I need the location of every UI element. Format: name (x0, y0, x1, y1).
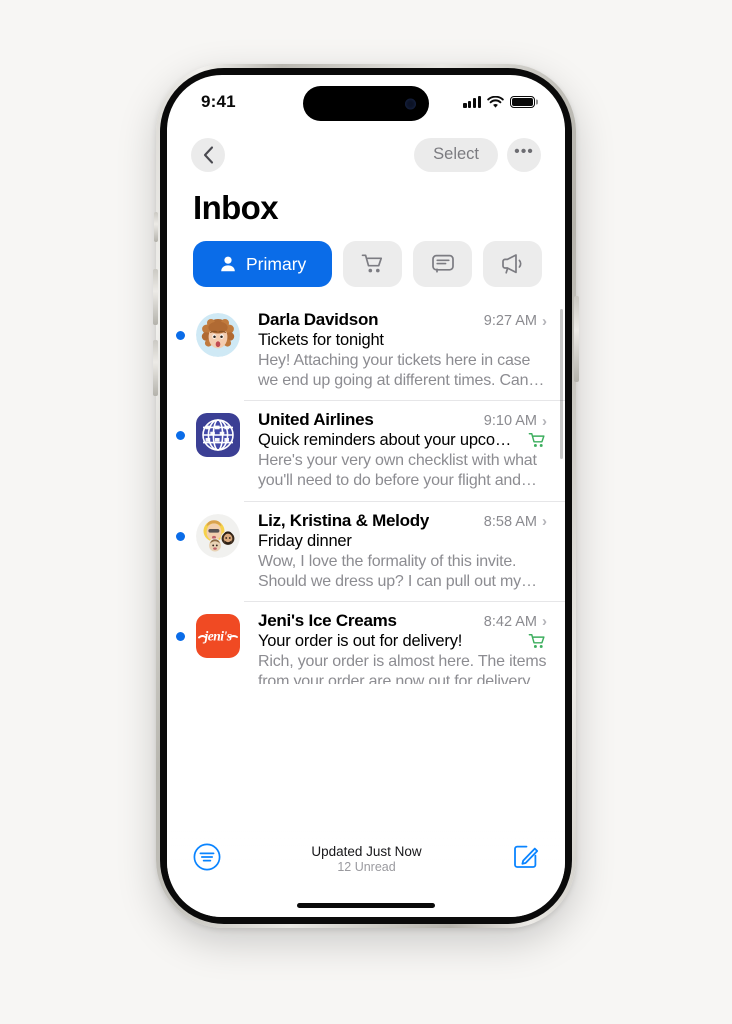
mail-row-body: Darla Davidson 9:27 AM › Tickets for ton… (244, 310, 549, 391)
ellipsis-icon: ••• (514, 143, 534, 160)
volume-down-button[interactable] (153, 340, 158, 396)
back-button[interactable] (191, 137, 225, 172)
unread-indicator-dot (176, 331, 185, 340)
cellular-bars-icon (463, 96, 481, 108)
volume-up-button[interactable] (153, 269, 158, 325)
mail-preview: Hey! Attaching your tickets here in case… (258, 352, 536, 390)
mail-list[interactable]: Darla Davidson 9:27 AM › Tickets for ton… (167, 301, 565, 684)
mail-row[interactable]: United Airlines 9:10 AM › Quick reminder… (167, 401, 565, 500)
mail-preview: Here's your very own checklist with what… (258, 452, 537, 490)
tab-shopping[interactable] (343, 241, 403, 287)
iphone-device-frame: 9:41 Select ••• Inbox Primary Darla Davi… (153, 64, 579, 928)
mail-time: 9:27 AM (483, 313, 537, 329)
tab-primary-label: Primary (246, 253, 307, 274)
mail-subject: Tickets for tonight (258, 331, 384, 349)
memoji-woman-curly-hair-avatar (196, 313, 240, 357)
tab-transactions[interactable] (413, 241, 473, 287)
status-bar-indicators (463, 95, 535, 109)
mail-preview: Wow, I love the formality of this invite… (258, 552, 521, 590)
mail-subject: Your order is out for delivery! (258, 631, 463, 650)
more-options-button[interactable]: ••• (507, 137, 541, 172)
front-camera-icon (405, 98, 416, 109)
mail-row-body: United Airlines 9:10 AM › Quick reminder… (244, 410, 549, 491)
filter-button[interactable] (193, 843, 221, 871)
mail-sender: Liz, Kristina & Melody (258, 510, 430, 530)
mail-subject-row: Your order is out for delivery! (258, 632, 547, 651)
mail-row-body: Liz, Kristina & Melody 8:58 AM › Friday … (244, 511, 549, 592)
united-airlines-globe-logo (196, 413, 240, 458)
tab-updates[interactable] (483, 241, 543, 287)
shopping-cart-icon (528, 433, 545, 448)
sync-status-title: Updated Just Now (311, 844, 422, 859)
avatar (196, 513, 244, 592)
category-badge (528, 633, 547, 650)
mail-preview: Rich, your order is almost here. The ite… (258, 652, 547, 684)
mail-meta: 8:58 AM › (476, 514, 547, 530)
mail-row[interactable]: Liz, Kristina & Melody 8:58 AM › Friday … (167, 502, 565, 601)
status-bar: 9:41 (167, 75, 565, 127)
megaphone-icon (502, 254, 522, 274)
mute-switch-button[interactable] (154, 212, 158, 242)
mail-subject: Quick reminders about your upcoming… (258, 431, 522, 450)
jenis-ice-creams-logo: jeni's (196, 613, 240, 658)
sync-status: Updated Just Now 12 Unread (221, 844, 512, 874)
unread-count: 12 Unread (337, 860, 396, 874)
chevron-right-icon[interactable]: › (542, 314, 547, 329)
mail-meta: 8:42 AM › (476, 614, 547, 630)
avatar (196, 413, 244, 491)
chevron-right-icon[interactable]: › (542, 414, 547, 429)
home-indicator[interactable] (297, 903, 435, 908)
bottom-toolbar: Updated Just Now 12 Unread (167, 829, 565, 917)
mail-row-body: Jeni's Ice Creams 8:42 AM › Your order i… (244, 611, 549, 684)
tab-primary[interactable]: Primary (193, 241, 333, 287)
svg-text:jeni's: jeni's (202, 628, 231, 643)
mail-row[interactable]: Darla Davidson 9:27 AM › Tickets for ton… (167, 301, 565, 400)
mail-sender: Jeni's Ice Creams (258, 610, 397, 630)
mail-row-header: Jeni's Ice Creams 8:42 AM › (258, 611, 547, 631)
unread-indicator-dot (176, 631, 185, 641)
category-badge (528, 432, 547, 449)
mail-sender: Darla Davidson (258, 310, 379, 329)
mail-subject-row: Friday dinner (258, 532, 547, 551)
page-title: Inbox (193, 189, 279, 226)
device-screen: 9:41 Select ••• Inbox Primary Darla Davi… (167, 75, 565, 917)
mail-subject: Friday dinner (258, 531, 352, 550)
power-button[interactable] (574, 296, 579, 382)
chevron-right-icon[interactable]: › (542, 614, 547, 629)
mail-row-header: Darla Davidson 9:27 AM › (258, 310, 547, 330)
status-bar-time: 9:41 (201, 92, 236, 111)
unread-indicator-dot (176, 431, 185, 441)
select-button[interactable]: Select (414, 137, 498, 172)
mail-row[interactable]: jeni's Jeni's Ice Creams 8:42 AM › Your … (167, 602, 565, 684)
chevron-right-icon[interactable]: › (542, 514, 547, 529)
dynamic-island[interactable] (303, 86, 429, 121)
person-icon (221, 256, 235, 272)
navigation-bar: Select ••• (167, 127, 565, 177)
chevron-left-icon (203, 145, 213, 164)
mail-row-header: Liz, Kristina & Melody 8:58 AM › (258, 511, 547, 531)
mail-subject-row: Tickets for tonight (258, 331, 547, 350)
chat-bubble-icon (431, 254, 454, 273)
mail-meta: 9:27 AM › (476, 313, 547, 329)
mail-meta: 9:10 AM › (476, 413, 547, 429)
filter-lines-icon (193, 843, 221, 871)
mail-sender: United Airlines (258, 410, 374, 430)
category-tabs: Primary (167, 233, 565, 301)
battery-full-icon (510, 95, 535, 109)
mail-time: 8:42 AM (483, 613, 537, 630)
mail-row-header: United Airlines 9:10 AM › (258, 410, 547, 430)
unread-indicator-dot (176, 531, 185, 541)
memoji-group-three-avatar (196, 513, 240, 558)
mail-time: 9:10 AM (483, 413, 537, 430)
nav-right-actions: Select ••• (414, 137, 541, 172)
wifi-icon (487, 95, 504, 108)
compose-pencil-icon (514, 845, 539, 868)
shopping-cart-icon (361, 254, 382, 273)
mail-subject-row: Quick reminders about your upcoming… (258, 431, 547, 450)
compose-button[interactable] (512, 843, 539, 870)
mail-time: 8:58 AM (483, 513, 537, 530)
shopping-cart-icon (528, 633, 545, 648)
avatar (196, 313, 244, 391)
avatar: jeni's (196, 613, 244, 684)
